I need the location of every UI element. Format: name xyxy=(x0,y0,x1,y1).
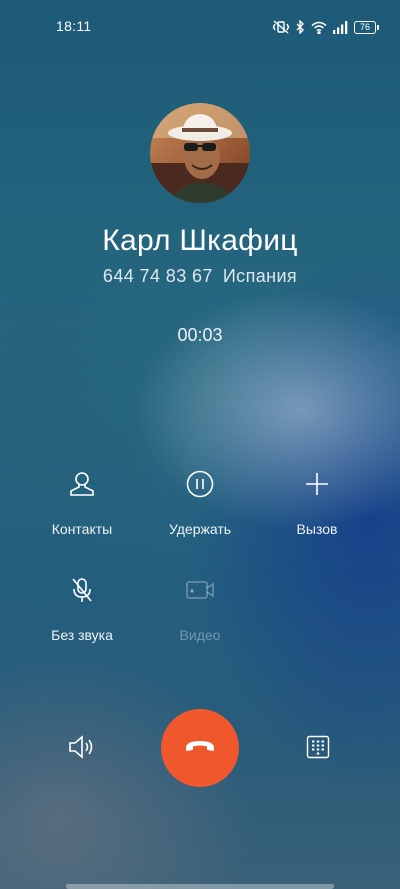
caller-avatar xyxy=(150,103,250,203)
contacts-label: Контакты xyxy=(51,521,113,537)
video-label: Видео xyxy=(179,627,221,643)
end-call-icon xyxy=(184,738,216,759)
contacts-button[interactable]: Контакты xyxy=(22,467,142,537)
pause-icon xyxy=(140,467,260,501)
mute-button[interactable]: Без звука xyxy=(22,573,142,643)
status-bar: 18:11 76 xyxy=(0,0,400,54)
plus-icon xyxy=(257,467,377,501)
keypad-icon xyxy=(306,735,330,764)
hold-button[interactable]: Удержать xyxy=(140,467,260,537)
status-time: 18:11 xyxy=(56,18,92,34)
mic-off-icon xyxy=(22,573,142,607)
video-icon xyxy=(140,573,260,607)
caller-number-row: 644 74 83 67 Испания xyxy=(0,266,400,287)
keypad-button[interactable] xyxy=(300,731,336,767)
add-call-label: Вызов xyxy=(296,521,338,537)
speaker-icon xyxy=(67,734,97,765)
navigation-handle[interactable] xyxy=(66,884,334,889)
add-call-button[interactable]: Вызов xyxy=(257,467,377,537)
contact-icon xyxy=(22,467,142,501)
status-icons: 76 xyxy=(272,18,379,36)
signal-icon xyxy=(333,20,348,34)
hold-label: Удержать xyxy=(168,521,232,537)
caller-name: Карл Шкафиц xyxy=(102,224,298,257)
speaker-button[interactable] xyxy=(64,731,100,767)
caller-number: 644 74 83 67 xyxy=(102,266,213,286)
bluetooth-icon xyxy=(296,20,305,34)
video-button[interactable]: Видео xyxy=(140,573,260,643)
call-duration: 00:03 xyxy=(177,325,223,345)
mute-label: Без звука xyxy=(51,627,113,643)
end-call-button[interactable] xyxy=(161,709,239,787)
battery-icon: 76 xyxy=(354,20,379,34)
wifi-icon xyxy=(311,21,327,34)
caller-location: Испания xyxy=(222,266,298,286)
vibrate-off-icon xyxy=(272,20,290,34)
